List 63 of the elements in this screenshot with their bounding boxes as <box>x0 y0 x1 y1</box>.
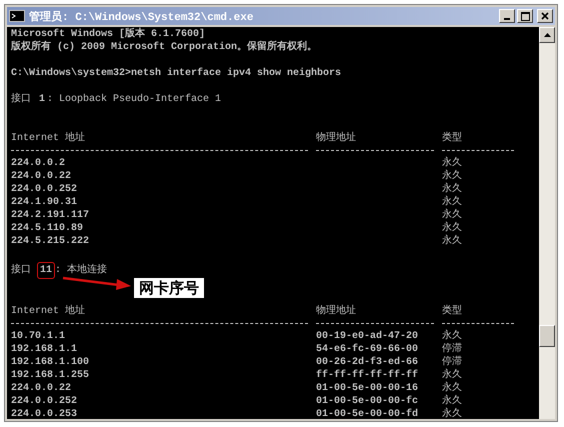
type-cell-text: 停滞 <box>442 356 463 368</box>
interface-number: 11 <box>37 262 56 279</box>
ip-address-cell-text: 224.0.0.252 <box>11 183 78 196</box>
interface-number: 1 <box>38 93 46 106</box>
ip-address-cell-text: 224.0.0.22 <box>11 170 72 183</box>
type-cell-text: 永久 <box>442 235 463 248</box>
maximize-icon <box>520 12 530 20</box>
type-cell-text: 永久 <box>442 183 463 196</box>
mac-address-cell-text: 54-e6-fc-69-66-00 <box>316 343 420 356</box>
type-cell-text: 永久 <box>442 209 463 222</box>
ip-address-cell-text: 224.5.215.222 <box>11 235 90 248</box>
mac-address-cell-text: 01-00-5e-00-00-fd <box>316 408 420 419</box>
type-cell-text: 永久 <box>442 395 463 408</box>
type-cell-text: 永久 <box>442 382 463 394</box>
type-cell-text: 停滞 <box>442 343 463 356</box>
column-header: Internet 地址 <box>11 306 86 317</box>
mac-address-cell-text: 01-00-5e-00-00-fc <box>316 395 420 408</box>
window-title: 管理员: C:\Windows\System32\cmd.exe <box>29 10 254 24</box>
close-icon <box>541 12 549 20</box>
console-icon <box>9 10 25 22</box>
callout-label: 网卡序号 <box>133 277 205 299</box>
column-header: 物理地址 <box>316 133 356 144</box>
arrow-icon <box>61 275 133 291</box>
console-line: 版权所有 (c) 2009 Microsoft Corporation。保留所有权利。 <box>11 41 318 54</box>
type-cell-text: 永久 <box>442 196 463 208</box>
ip-address-cell-text: 224.0.0.252 <box>11 395 78 408</box>
type-cell-text: 永久 <box>442 408 463 419</box>
minimize-button[interactable] <box>499 9 515 23</box>
type-cell-text: 永久 <box>442 157 463 170</box>
ip-address-cell-text: 224.0.0.2 <box>11 157 66 170</box>
ip-address-cell-text: 10.70.1.1 <box>11 330 66 343</box>
interface-name: : Loopback Pseudo-Interface 1 <box>47 93 222 106</box>
close-button[interactable] <box>537 9 553 23</box>
mac-address-cell-text: 01-00-5e-00-00-16 <box>316 382 420 395</box>
ip-address-cell-text: 192.168.1.100 <box>11 356 90 369</box>
column-header: 类型 <box>442 133 462 144</box>
column-header: Internet 地址 <box>11 133 86 144</box>
up-arrow-icon <box>544 33 550 37</box>
interface-label: 接口 <box>11 93 31 106</box>
maximize-button[interactable] <box>517 9 533 23</box>
ip-address-cell-text: 224.0.0.22 <box>11 382 72 395</box>
interface-label: 接口 <box>11 264 31 277</box>
column-header: 类型 <box>442 306 462 317</box>
mac-address-cell-text: 00-26-2d-f3-ed-66 <box>316 356 420 369</box>
scroll-thumb[interactable] <box>539 325 555 347</box>
command-line: C:\Windows\system32>netsh interface ipv4 show neighbors <box>11 67 342 80</box>
console-line: Microsoft Windows [版本 6.1.7600] <box>11 28 206 40</box>
type-cell-text: 永久 <box>442 222 463 234</box>
ip-address-cell-text: 224.5.110.89 <box>11 222 84 235</box>
type-cell-text: 永久 <box>442 369 463 382</box>
ip-address-cell-text: 224.0.0.253 <box>11 408 78 419</box>
scrollbar[interactable] <box>539 27 555 419</box>
ip-address-cell-text: 192.168.1.1 <box>11 343 78 356</box>
ip-address-cell-text: 192.168.1.255 <box>11 369 90 382</box>
type-cell-text: 永久 <box>442 170 463 182</box>
column-header: 物理地址 <box>316 306 356 317</box>
mac-address-cell-text: 00-19-e0-ad-47-20 <box>316 330 420 343</box>
mac-address-cell-text: ff-ff-ff-ff-ff-ff <box>316 369 420 382</box>
scroll-up-button[interactable] <box>539 27 555 43</box>
type-cell-text: 永久 <box>442 330 463 342</box>
interface-name: : 本地连接 <box>55 264 108 277</box>
ip-address-cell-text: 224.2.191.117 <box>11 209 90 222</box>
ip-address-cell-text: 224.1.90.31 <box>11 196 78 209</box>
